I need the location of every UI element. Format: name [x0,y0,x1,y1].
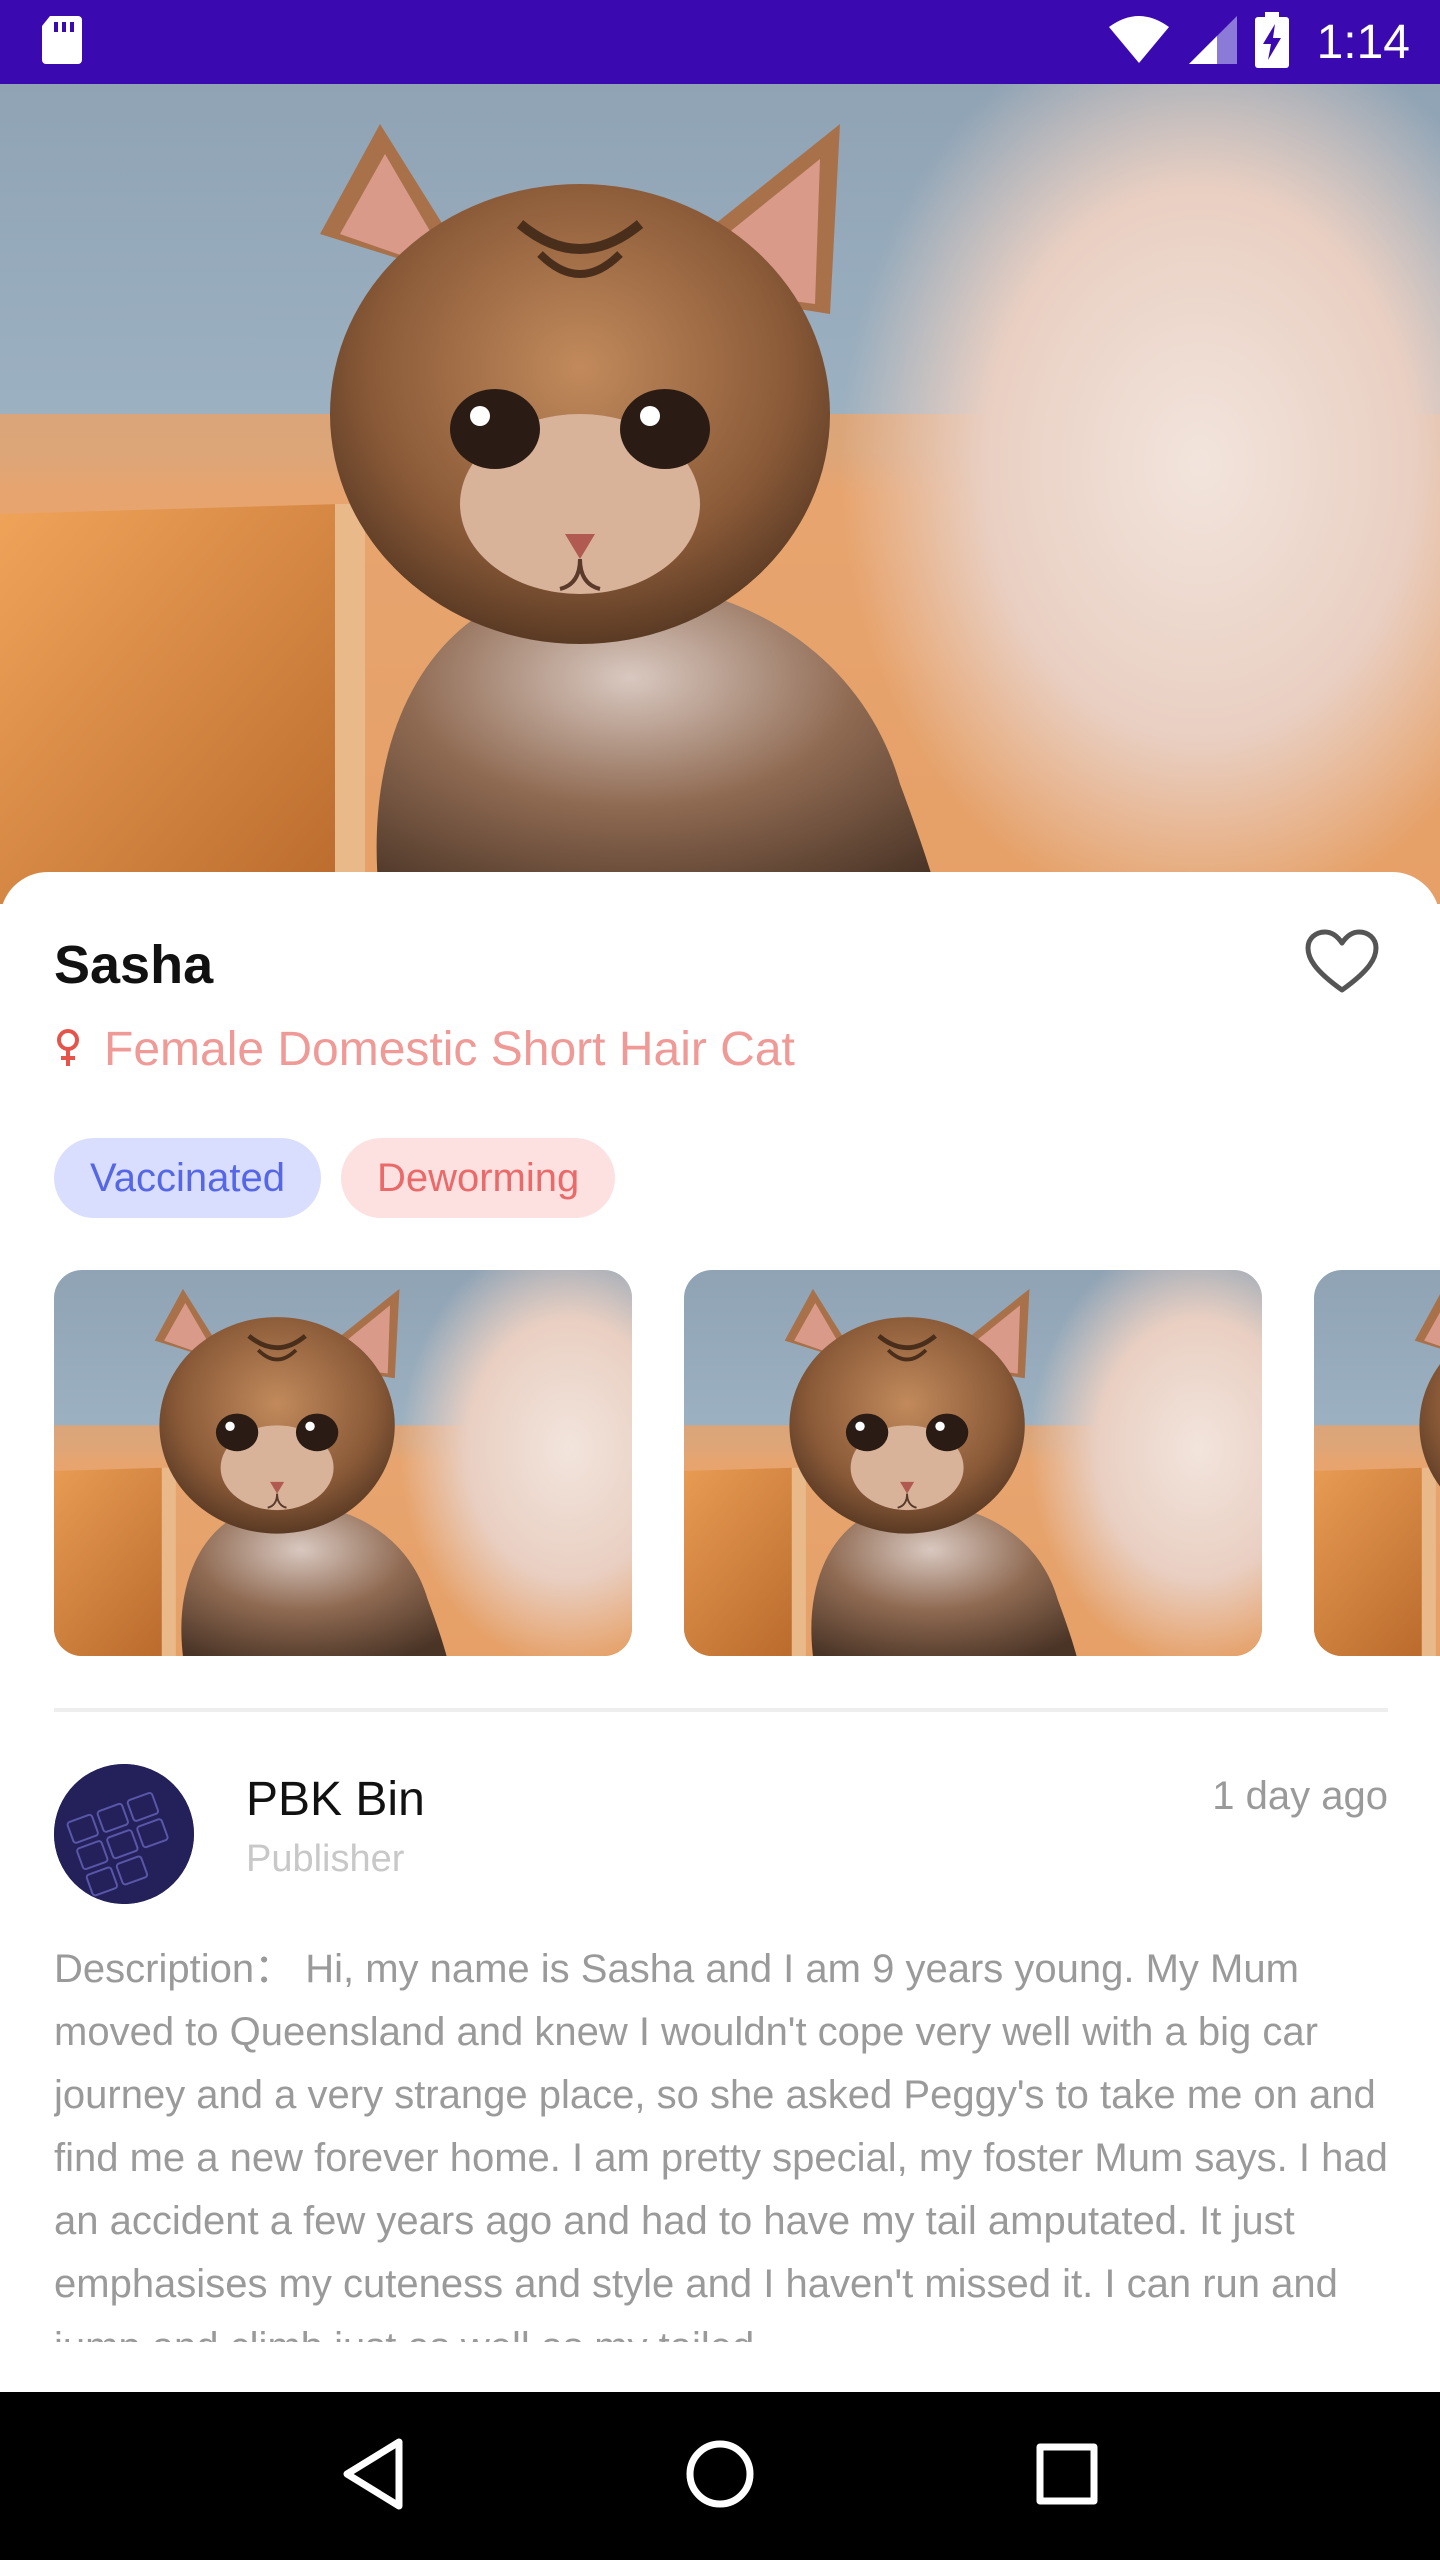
publisher-name: PBK Bin [246,1773,425,1826]
gallery-photo[interactable] [684,1270,1262,1656]
status-bar: 1:14 [0,0,1440,84]
home-icon [685,2439,755,2513]
gallery-photo[interactable] [54,1270,632,1656]
sd-card-icon [40,14,84,70]
description: Description： Hi, my name is Sasha and I … [54,1947,1388,2342]
favorite-button[interactable] [1300,922,1384,1006]
breed-text: Female Domestic Short Hair Cat [104,1023,795,1076]
navigation-bar [0,2392,1440,2560]
recents-button[interactable] [1007,2416,1127,2536]
post-time: 1 day ago [1212,1774,1388,1818]
home-button[interactable] [660,2416,780,2536]
gallery-photo[interactable] [1314,1270,1440,1656]
tag-list: Vaccinated Deworming [54,1138,616,1218]
cellular-signal-icon [1187,14,1239,70]
back-icon [341,2438,405,2514]
publisher-role: Publisher [246,1838,405,1880]
avatar[interactable] [54,1764,194,1904]
female-icon [54,1028,82,1072]
wifi-icon [1107,15,1171,69]
pet-name: Sasha [54,935,214,995]
battery-charging-icon [1254,12,1289,72]
breed-row: Female Domestic Short Hair Cat [54,1022,795,1077]
divider [54,1708,1388,1712]
recents-icon [1036,2443,1098,2509]
screen: 1:14 Sasha Female Domestic Short Hair Ca… [0,0,1440,2560]
pet-detail-sheet: Sasha Female Domestic Short Hair Cat Vac… [0,872,1440,2392]
tag-vaccinated: Vaccinated [54,1138,321,1218]
tag-deworming: Deworming [340,1138,616,1218]
back-button[interactable] [313,2416,433,2536]
status-time: 1:14 [1316,15,1410,69]
heart-outline-icon [1304,928,1380,1000]
hero-photo [0,84,1440,904]
photo-gallery[interactable] [54,1270,1440,1656]
